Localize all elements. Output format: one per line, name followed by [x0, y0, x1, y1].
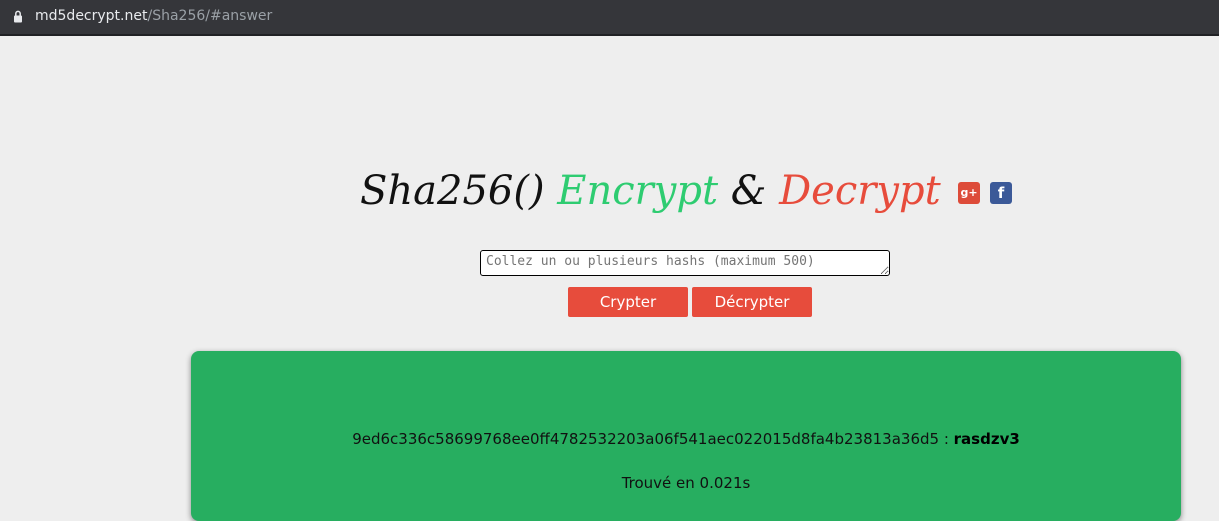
google-plus-icon[interactable]: g+	[958, 182, 980, 204]
title-decrypt: Decrypt	[779, 168, 941, 214]
result-separator: :	[939, 430, 954, 448]
title-encrypt: Encrypt	[557, 168, 719, 214]
result-hash: 9ed6c336c58699768ee0ff4782532203a06f541a…	[352, 430, 940, 448]
result-panel: 9ed6c336c58699768ee0ff4782532203a06f541a…	[191, 351, 1181, 521]
result-line: 9ed6c336c58699768ee0ff4782532203a06f541a…	[191, 429, 1181, 449]
result-time: Trouvé en 0.021s	[621, 474, 751, 492]
hash-input[interactable]	[480, 250, 890, 276]
title-algorithm: Sha256()	[360, 168, 545, 214]
lock-icon	[14, 10, 22, 23]
title-ampersand: &	[730, 168, 767, 214]
page-title: Sha256() Encrypt & Decrypt	[360, 163, 941, 219]
facebook-icon[interactable]: f	[990, 182, 1012, 204]
result-answer: rasdzv3	[953, 430, 1020, 448]
url-text[interactable]: md5decrypt.net/Sha256/#answer	[35, 7, 272, 25]
browser-address-bar[interactable]: md5decrypt.net/Sha256/#answer	[0, 0, 1219, 36]
crypt-button[interactable]: Crypter	[568, 287, 688, 317]
url-path: /Sha256/#answer	[147, 8, 273, 24]
decrypt-button[interactable]: Décrypter	[692, 287, 812, 317]
url-host: md5decrypt.net	[35, 8, 148, 24]
